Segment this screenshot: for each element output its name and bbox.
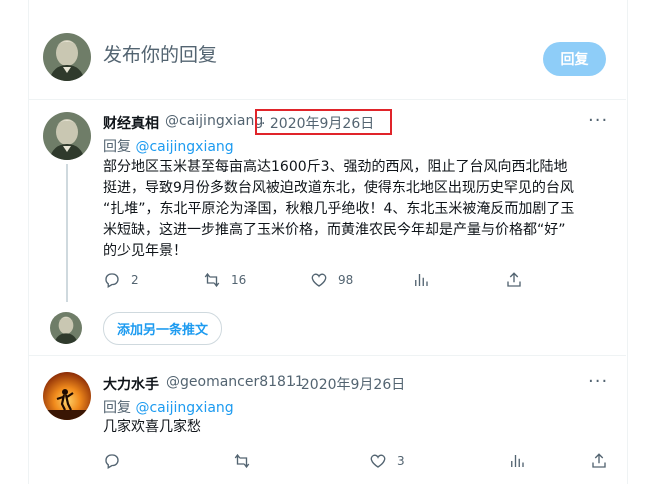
- compose-divider: [28, 99, 626, 100]
- portrait-avatar-icon: [43, 112, 91, 160]
- add-another-tweet-button[interactable]: 添加另一条推文: [103, 312, 223, 345]
- reply-more-options-icon[interactable]: ···: [588, 371, 608, 392]
- reply-replying-to: 回复 @caijingxiang: [103, 397, 234, 417]
- replying-prefix: 回复: [103, 139, 131, 155]
- like-action[interactable]: 3: [369, 452, 405, 470]
- retweet-action[interactable]: 16: [203, 271, 246, 289]
- reply-action[interactable]: 2: [103, 271, 139, 289]
- share-icon: [592, 453, 606, 468]
- retweet-action[interactable]: [233, 452, 261, 470]
- tweet-author-name[interactable]: 财经真相: [103, 113, 159, 133]
- tweet-body: 部分地区玉米甚至每亩高达1600斤3、强劲的西风，阻止了台风向西北陆地 挺进，导…: [103, 159, 575, 259]
- tweet-author-handle[interactable]: @caijingxiang: [165, 113, 263, 129]
- analytics-icon: [415, 274, 428, 286]
- reply-action[interactable]: [103, 452, 131, 470]
- reply-author-name[interactable]: 大力水手: [103, 374, 159, 394]
- small-user-avatar[interactable]: [50, 312, 82, 344]
- tweet-author-avatar[interactable]: [43, 112, 91, 160]
- reply-author-handle[interactable]: @geomancer81811: [166, 374, 304, 390]
- share-icon: [507, 272, 521, 287]
- analytics-action[interactable]: [412, 271, 440, 289]
- sunset-silhouette-avatar-icon: [43, 372, 91, 420]
- like-action[interactable]: 98: [310, 271, 353, 289]
- replying-prefix: 回复: [103, 400, 131, 416]
- reply-icon: [105, 454, 119, 469]
- reply-body: 几家欢喜几家愁: [103, 419, 201, 435]
- reply-author-avatar[interactable]: [43, 372, 91, 420]
- user-avatar[interactable]: [43, 33, 91, 81]
- reply-count: 2: [131, 273, 139, 287]
- thread-divider: [28, 355, 626, 356]
- portrait-avatar-icon: [50, 312, 82, 344]
- more-options-icon[interactable]: ···: [588, 110, 608, 131]
- tweet-date[interactable]: · 2020年9月26日: [261, 113, 374, 133]
- like-count: 3: [397, 454, 405, 468]
- share-action[interactable]: [590, 452, 618, 470]
- thread-connector-line: [66, 164, 68, 302]
- like-count: 98: [338, 273, 354, 287]
- replying-mention-link[interactable]: @caijingxiang: [135, 139, 233, 155]
- heart-icon: [370, 454, 386, 468]
- reply-button[interactable]: 回复: [543, 42, 606, 76]
- analytics-icon: [511, 455, 524, 467]
- portrait-avatar-icon: [43, 33, 91, 81]
- heart-icon: [311, 273, 327, 287]
- replying-mention-link[interactable]: @caijingxiang: [135, 400, 233, 416]
- retweet-icon: [234, 453, 250, 469]
- retweet-count: 16: [231, 273, 247, 287]
- replying-to: 回复 @caijingxiang: [103, 136, 234, 156]
- analytics-action[interactable]: [508, 452, 536, 470]
- reply-date[interactable]: · 2020年9月26日: [292, 374, 405, 394]
- reply-icon: [105, 273, 119, 288]
- reply-compose-input[interactable]: [103, 44, 463, 66]
- retweet-icon: [204, 272, 220, 288]
- share-action[interactable]: [505, 271, 533, 289]
